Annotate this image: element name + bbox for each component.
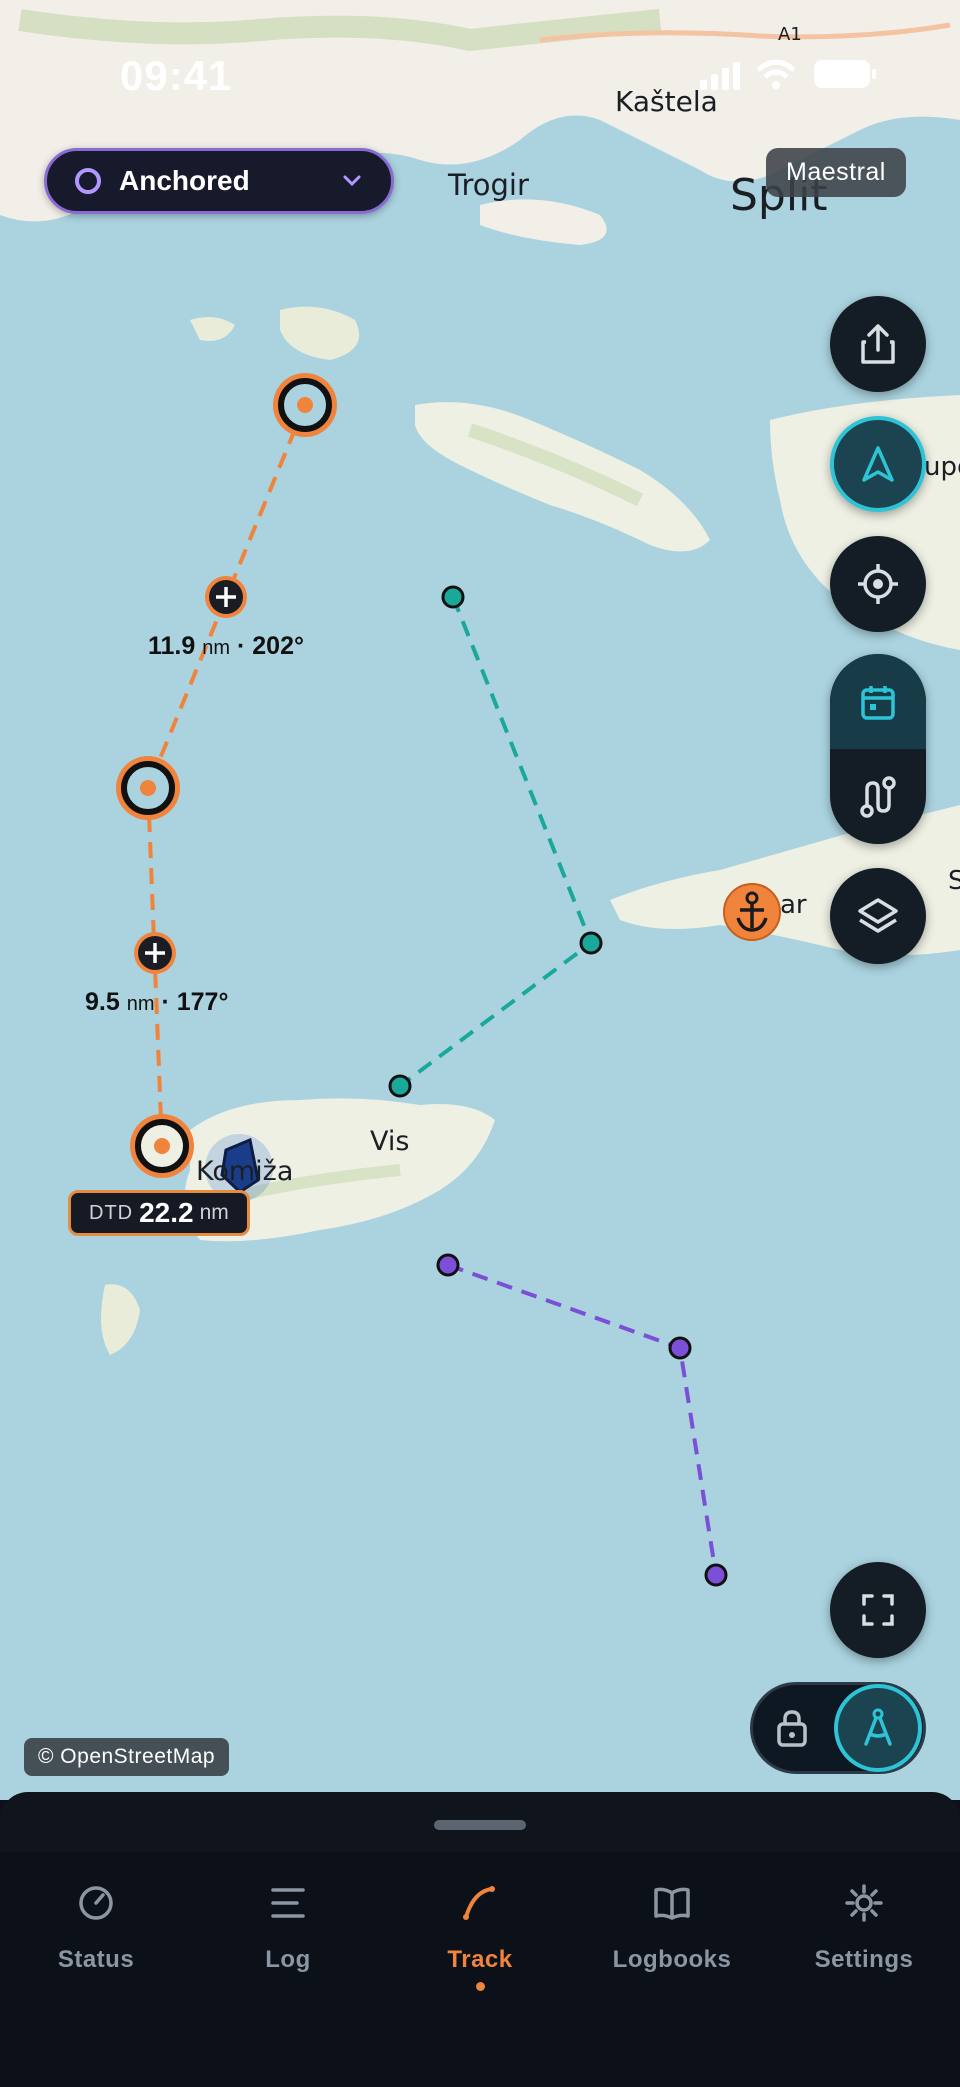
- place-label-supetar: upe: [924, 452, 960, 482]
- leg-bearing: · 177°: [161, 988, 229, 1016]
- gauge-icon: [79, 1886, 113, 1920]
- locate-button[interactable]: [830, 536, 926, 632]
- book-icon: [654, 1887, 690, 1920]
- status-time: 09:41: [120, 52, 233, 99]
- leg-bearing: · 202°: [236, 632, 304, 660]
- mode-label: Anchored: [119, 165, 250, 196]
- place-label-trogir: Trogir: [448, 168, 529, 202]
- route-waypoint: [116, 756, 180, 820]
- track-point: [441, 585, 465, 609]
- track-point: [668, 1336, 692, 1360]
- wind-badge: Maestral: [766, 148, 906, 197]
- track-point: [436, 1253, 460, 1277]
- share-icon: [861, 324, 895, 364]
- add-waypoint-icon: [205, 576, 247, 618]
- leg-distance: 11.9: [148, 632, 196, 660]
- tab-label: Settings: [814, 1946, 914, 1973]
- leg-distance: 9.5: [85, 988, 120, 1016]
- tab-log[interactable]: Log: [192, 1852, 384, 2087]
- track-point: [388, 1074, 412, 1098]
- navigation-arrow-icon: [862, 446, 894, 482]
- tab-settings[interactable]: Settings: [768, 1852, 960, 2087]
- track-curve-icon: [463, 1886, 495, 1920]
- sheet-drag-handle[interactable]: [434, 1820, 526, 1830]
- dtd-label: DTD: [89, 1201, 134, 1224]
- add-waypoint-icon: [134, 932, 176, 974]
- distance-to-destination-badge: DTD 22.2 nm: [68, 1190, 250, 1236]
- tab-label: Logbooks: [612, 1946, 732, 1973]
- fullscreen-icon: [862, 1594, 894, 1626]
- road-label: A1: [778, 24, 802, 45]
- leg-label: 9.5 nm · 177°: [85, 988, 228, 1017]
- track-point: [704, 1563, 728, 1587]
- dtd-unit: nm: [199, 1201, 229, 1224]
- compass-button[interactable]: [834, 1684, 922, 1772]
- map-attribution[interactable]: © OpenStreetMap: [24, 1738, 230, 1776]
- active-tab-indicator: [475, 1982, 485, 1991]
- fullscreen-button[interactable]: [830, 1562, 926, 1658]
- calendar-view-button[interactable]: [830, 654, 926, 749]
- chevron-down-icon: [343, 175, 361, 187]
- mode-selector[interactable]: Anchored: [44, 148, 394, 214]
- bottom-sheet[interactable]: [0, 1792, 960, 1852]
- leg-unit: nm: [202, 637, 231, 659]
- tab-logbooks[interactable]: Logbooks: [576, 1852, 768, 2087]
- route-waypoint: [273, 373, 337, 437]
- gear-icon: [845, 1884, 883, 1922]
- place-label-hvar: ar: [780, 890, 807, 920]
- route-view-button[interactable]: [830, 749, 926, 844]
- app-screen: A1 Kaštela Trogir Split upe ar S Vis Kom…: [0, 0, 960, 2087]
- tab-bar: Status Log Track Logbooks Settings: [0, 1852, 960, 2087]
- status-icons: [700, 58, 878, 90]
- tab-status[interactable]: Status: [0, 1852, 192, 2087]
- layers-button[interactable]: [830, 868, 926, 964]
- anchor-icon: [723, 883, 781, 941]
- tab-label: Track: [447, 1946, 513, 1973]
- battery-icon: [814, 60, 876, 88]
- leg-unit: nm: [126, 993, 155, 1015]
- route-waypoint: [130, 1114, 194, 1178]
- share-button[interactable]: [830, 296, 926, 392]
- crosshair-icon: [858, 564, 898, 604]
- lock-icon: [777, 1710, 807, 1747]
- nautical-map[interactable]: [0, 0, 960, 1800]
- compass-icon: [864, 1708, 892, 1746]
- route-icon: [860, 775, 896, 818]
- tab-track[interactable]: Track: [384, 1852, 576, 2087]
- view-segment-control: [830, 654, 926, 844]
- list-icon: [271, 1888, 305, 1918]
- tab-label: Log: [265, 1946, 311, 1973]
- wifi-icon: [756, 60, 796, 89]
- navigation-mode-button[interactable]: [830, 416, 926, 512]
- calendar-icon: [861, 685, 895, 720]
- tab-label: Status: [57, 1946, 135, 1973]
- place-label-komiza: Komiža: [196, 1156, 294, 1187]
- layers-icon: [858, 898, 898, 933]
- dtd-value: 22.2: [139, 1197, 194, 1228]
- place-label-vis: Vis: [370, 1126, 410, 1157]
- status-ring-icon: [75, 168, 101, 194]
- signal-icon: [700, 62, 740, 90]
- place-label-s: S: [948, 866, 960, 896]
- leg-label: 11.9 nm · 202°: [148, 632, 304, 661]
- track-point: [579, 931, 603, 955]
